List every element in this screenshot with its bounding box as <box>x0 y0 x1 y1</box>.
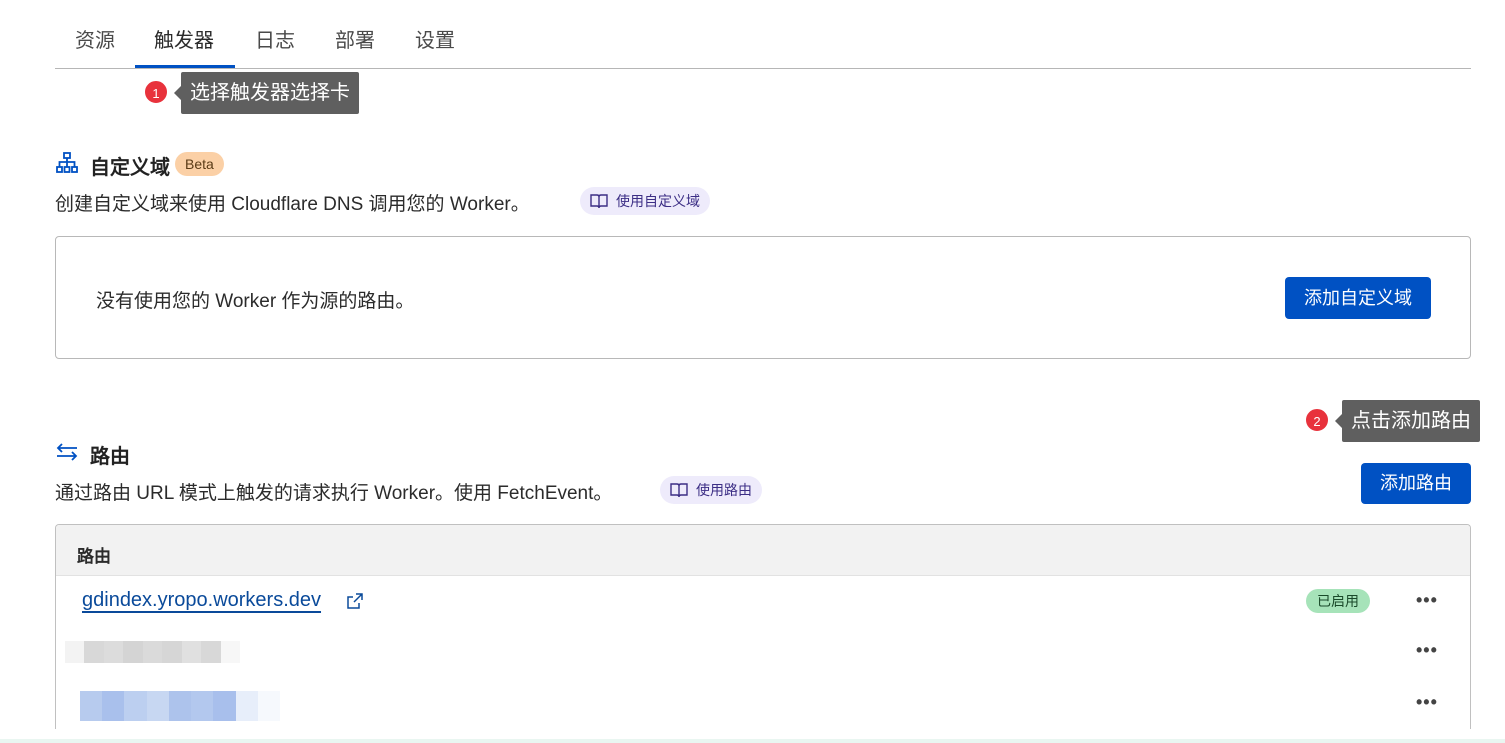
row-3-more-menu[interactable]: ••• <box>1416 692 1438 713</box>
route-link[interactable]: gdindex.yropo.workers.dev <box>82 589 321 612</box>
book-icon <box>590 194 608 209</box>
beta-badge: Beta <box>175 152 224 176</box>
custom-domain-title: 自定义域 <box>90 157 170 179</box>
bottom-divider <box>0 739 1505 743</box>
routes-docs-label: 使用路由 <box>696 482 752 498</box>
tab-settings[interactable]: 设置 <box>415 24 455 53</box>
routes-description: 通过路由 URL 模式上触发的请求执行 Worker。使用 FetchEvent… <box>55 483 613 504</box>
add-custom-domain-button[interactable]: 添加自定义域 <box>1285 277 1431 319</box>
book-icon <box>670 483 688 498</box>
step-2-tooltip: 点击添加路由 <box>1335 400 1480 442</box>
step-2-marker: 2 <box>1304 407 1330 433</box>
empty-state-text: 没有使用您的 Worker 作为源的路由。 <box>96 291 415 312</box>
tab-deployments[interactable]: 部署 <box>335 24 375 53</box>
tab-resources[interactable]: 资源 <box>75 24 115 53</box>
sitemap-icon <box>56 152 78 173</box>
route-column-header: 路由 <box>77 547 111 566</box>
routes-docs-link[interactable]: 使用路由 <box>660 476 762 504</box>
custom-domain-docs-label: 使用自定义域 <box>616 193 700 209</box>
status-badge: 已启用 <box>1306 589 1370 613</box>
custom-domain-empty-card: 没有使用您的 Worker 作为源的路由。 添加自定义域 <box>55 236 1471 359</box>
external-link-icon[interactable] <box>347 593 363 609</box>
redacted-route-1 <box>65 641 240 663</box>
step-1-tooltip: 选择触发器选择卡 <box>174 72 359 114</box>
custom-domain-docs-link[interactable]: 使用自定义域 <box>580 187 710 215</box>
redacted-route-2 <box>80 691 280 721</box>
routes-table: 路由 gdindex.yropo.workers.dev 已启用 ••• •••… <box>55 524 1471 729</box>
table-header: 路由 <box>56 525 1470 576</box>
routes-title: 路由 <box>90 446 130 468</box>
custom-domain-description: 创建自定义域来使用 Cloudflare DNS 调用您的 Worker。 <box>55 194 530 215</box>
tab-bar: 资源 触发器 日志 部署 设置 <box>55 0 1471 69</box>
active-tab-indicator <box>135 65 235 68</box>
tab-triggers[interactable]: 触发器 <box>154 24 214 53</box>
row-1-more-menu[interactable]: ••• <box>1416 590 1438 611</box>
step-1-marker: 1 <box>143 79 169 105</box>
row-2-more-menu[interactable]: ••• <box>1416 640 1438 661</box>
add-route-button[interactable]: 添加路由 <box>1361 463 1471 504</box>
tab-logs[interactable]: 日志 <box>255 24 295 53</box>
arrows-swap-icon <box>56 443 78 461</box>
